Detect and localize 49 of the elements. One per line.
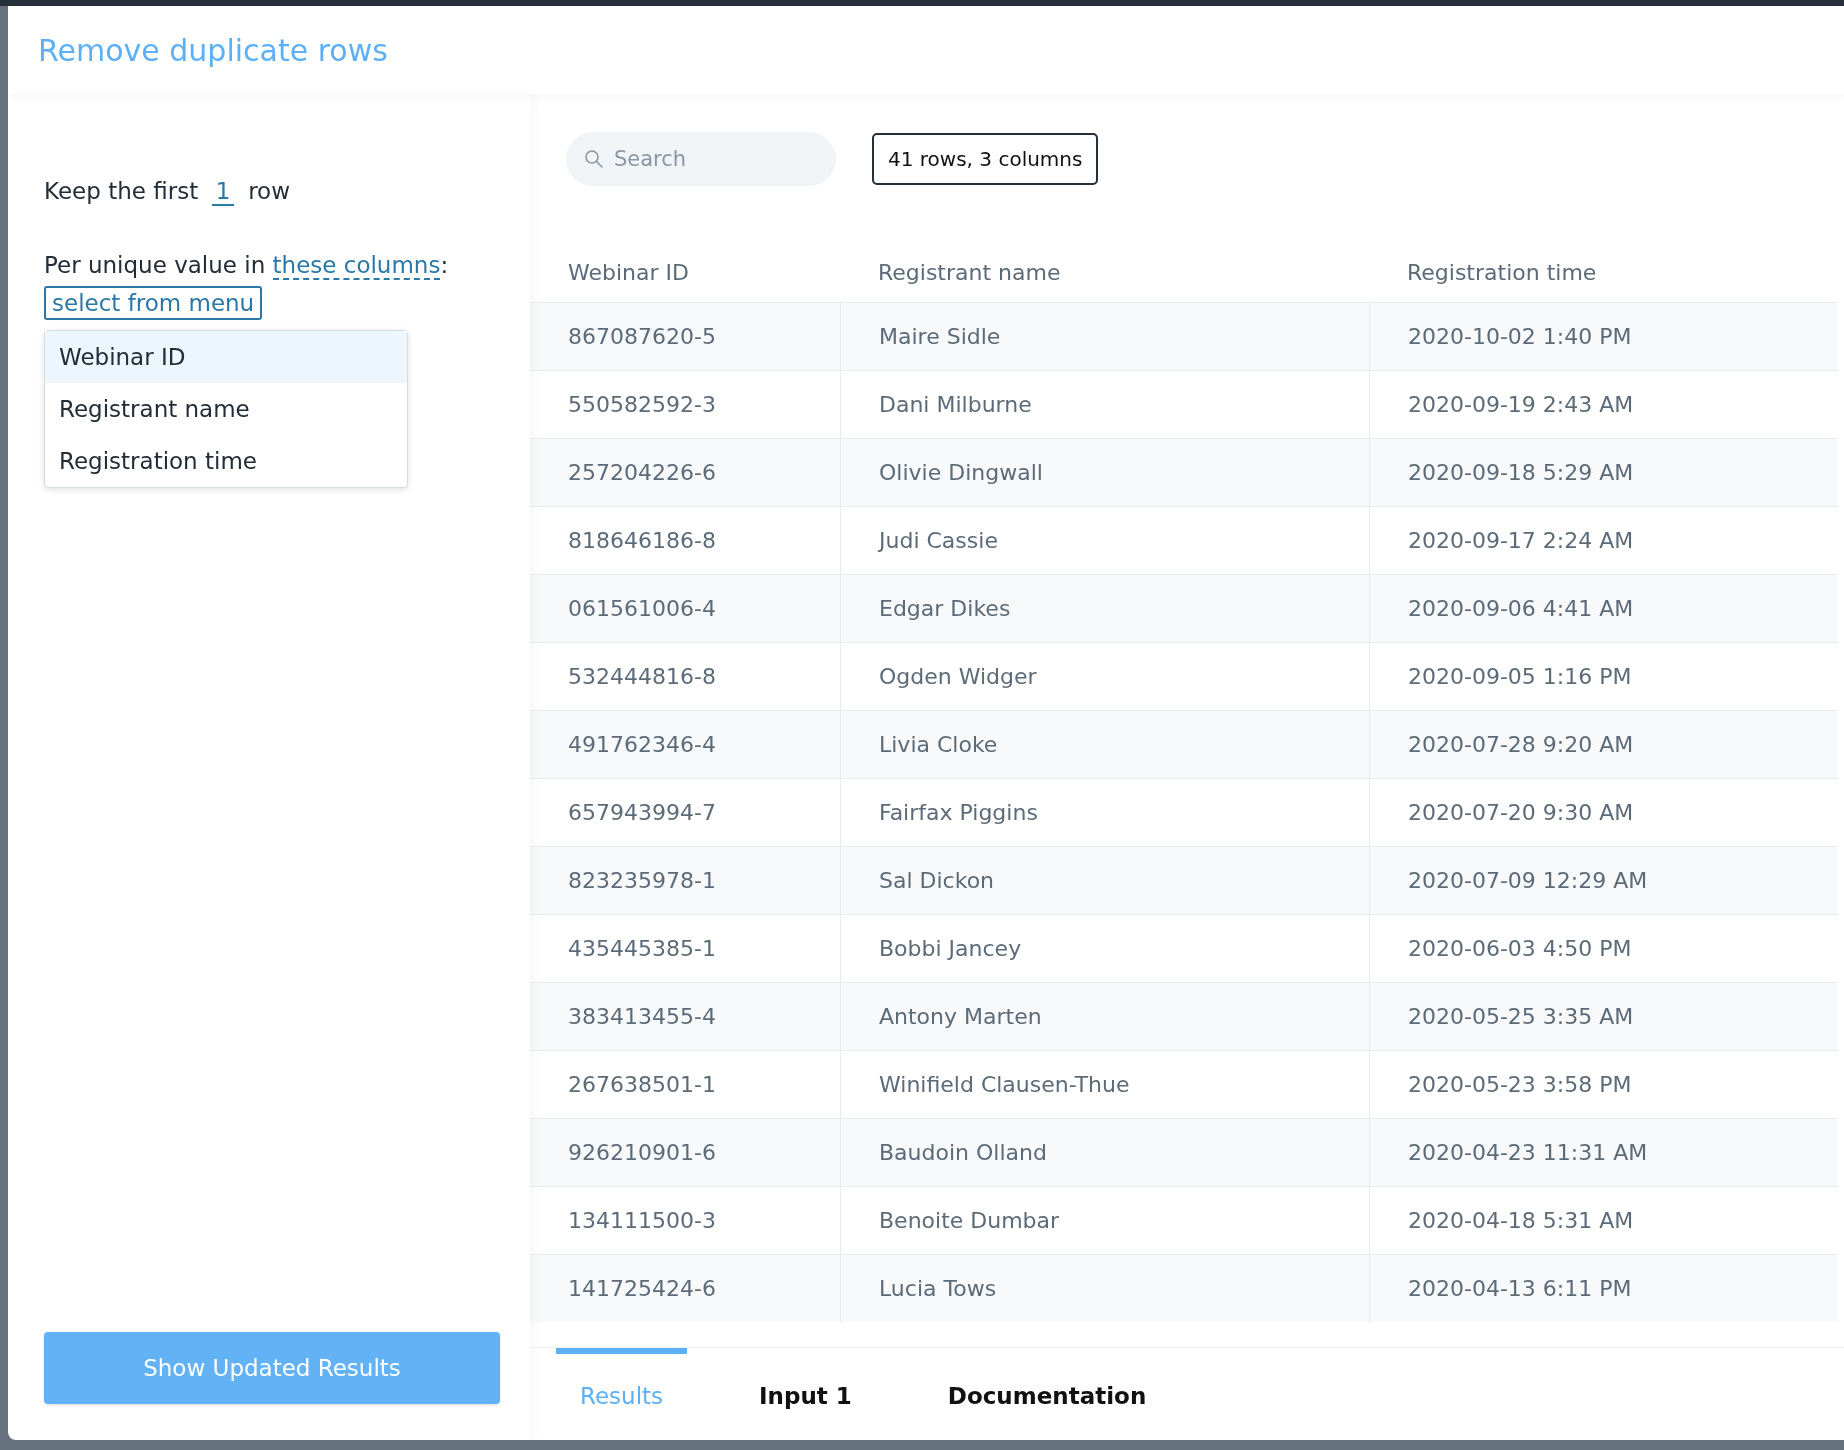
table-cell: 2020-09-06 4:41 AM	[1369, 575, 1838, 642]
table-cell-text: 818646186-8	[567, 527, 717, 555]
table-cell: 2020-07-09 12:29 AM	[1369, 847, 1838, 914]
tab[interactable]: Input 1	[735, 1348, 876, 1418]
table-cell-text: 061561006-4	[567, 595, 717, 623]
table-cell-text: 532444816-8	[567, 663, 717, 691]
table-cell: Olivie Dingwall	[840, 439, 1369, 506]
keep-label: Keep the first	[44, 178, 199, 204]
column-header[interactable]: Registrant name	[840, 259, 1369, 285]
table-cell-text: 657943994-7	[567, 799, 717, 827]
table-cell: 2020-04-23 11:31 AM	[1369, 1119, 1838, 1186]
table-cell-text: 257204226-6	[567, 459, 717, 487]
table-cell-text: 141725424-6	[567, 1275, 717, 1303]
table-cell: 2020-07-28 9:20 AM	[1369, 711, 1838, 778]
search-icon	[584, 149, 604, 169]
column-select[interactable]: select from menu	[44, 286, 263, 320]
column-header[interactable]: Registration time	[1369, 259, 1838, 285]
columns-sentence: Per unique value in these columns:	[44, 252, 450, 278]
table-cell-text: 867087620-5	[567, 323, 717, 351]
dialog-title: Remove duplicate rows	[38, 32, 388, 68]
table-cell: 2020-10-02 1:40 PM	[1369, 303, 1838, 370]
table-cell-text: 134111500-3	[567, 1207, 717, 1235]
menu-item[interactable]: Registration time	[45, 435, 407, 487]
table-cell: Maire Sidle	[840, 303, 1369, 370]
table-size-badge: 41 rows, 3 columns	[872, 133, 1099, 185]
table-cell: Baudoin Olland	[840, 1119, 1369, 1186]
table-cell: Livia Cloke	[840, 711, 1369, 778]
row-label: row	[248, 178, 290, 204]
column-header[interactable]: Webinar ID	[530, 259, 840, 285]
menu-item[interactable]: Webinar ID	[45, 331, 407, 383]
row-count-field[interactable]: 1	[212, 178, 235, 206]
search-field[interactable]: Search	[566, 132, 836, 186]
table-cell: 2020-09-18 5:29 AM	[1369, 439, 1838, 506]
table-cell: Antony Marten	[840, 983, 1369, 1050]
table-cell-text: 383413455-4	[567, 1003, 717, 1031]
table-cell: Sal Dickon	[840, 847, 1369, 914]
menu-item[interactable]: Registrant name	[45, 383, 407, 435]
columns-link[interactable]: these columns	[272, 252, 441, 280]
table-cell-text: 435445385-1	[567, 935, 717, 963]
table-cell: 2020-05-25 3:35 AM	[1369, 983, 1838, 1050]
table-cell: 2020-04-13 6:11 PM	[1369, 1255, 1838, 1322]
table-cell-text: 823235978-1	[567, 867, 717, 895]
table-cell: Lucia Tows	[840, 1255, 1369, 1322]
table-cell-text: 926210901-6	[567, 1139, 717, 1167]
table-cell-text: 267638501-1	[567, 1071, 717, 1099]
table-cell: Edgar Dikes	[840, 575, 1369, 642]
table-cell-text: 491762346-4	[567, 731, 717, 759]
tab[interactable]: Documentation	[923, 1348, 1171, 1418]
table-cell-text: 550582592-3	[567, 391, 717, 419]
